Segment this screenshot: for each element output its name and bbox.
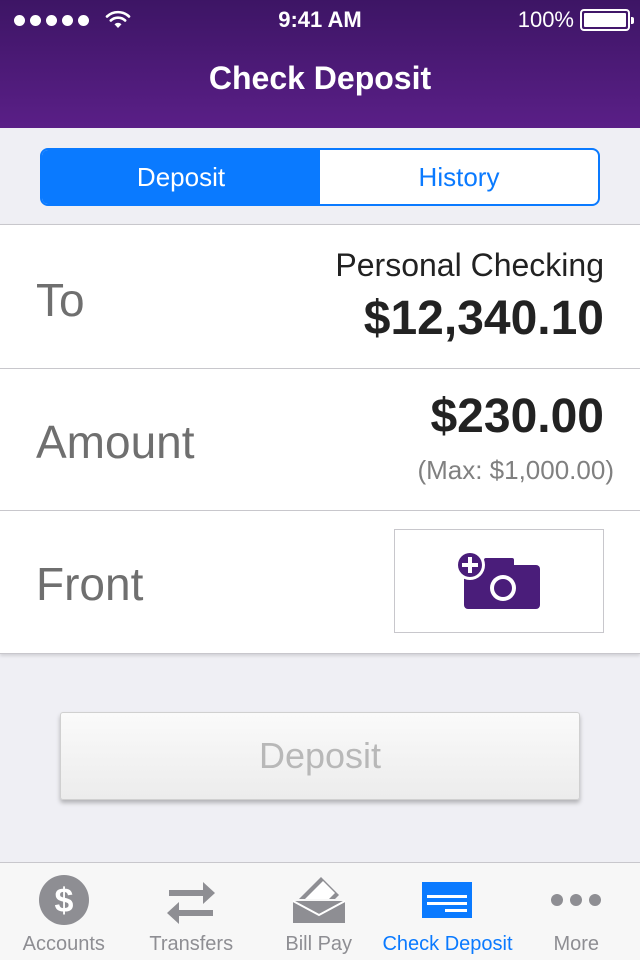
capture-front-button[interactable] (394, 529, 604, 633)
page-title: Check Deposit (208, 60, 432, 96)
signal-strength-icon (14, 14, 89, 26)
tab-accounts-label: Accounts (22, 933, 105, 955)
tab-bar: $ Accounts Transfers Bill Pay Check Depo… (0, 862, 640, 960)
check-deposit-icon (422, 882, 473, 918)
add-photo-camera-icon (455, 550, 540, 609)
amount-label: Amount (36, 416, 195, 468)
battery-icon (580, 9, 634, 31)
tab-check-deposit-label: Check Deposit (382, 933, 513, 955)
account-name: Personal Checking (335, 247, 604, 283)
wifi-icon (105, 10, 131, 28)
deposit-form: To Personal Checking $12,340.10 Amount $… (0, 224, 640, 654)
tab-history[interactable]: History (320, 150, 598, 204)
battery-percent: 100% (517, 7, 574, 32)
more-dots-icon (551, 894, 602, 906)
status-bar: 9:41 AM 100% (0, 0, 640, 40)
to-account-row[interactable]: To Personal Checking $12,340.10 (0, 225, 640, 369)
svg-text:$: $ (54, 882, 73, 920)
amount-value[interactable]: $230.00 (430, 389, 604, 444)
tab-check-deposit[interactable]: Check Deposit (382, 863, 513, 960)
to-label: To (36, 274, 85, 326)
account-balance: $12,340.10 (363, 292, 604, 345)
amount-row[interactable]: Amount $230.00 (Max: $1,000.00) (0, 369, 640, 511)
front-image-row: Front (0, 511, 640, 653)
tab-accounts[interactable]: $ Accounts (0, 863, 127, 960)
tab-bill-pay-label: Bill Pay (285, 933, 353, 955)
front-label: Front (36, 558, 144, 610)
tab-more[interactable]: More (513, 863, 640, 960)
deposit-history-segmented-control: Deposit History (40, 148, 600, 206)
tab-transfers[interactable]: Transfers (127, 863, 254, 960)
tab-deposit[interactable]: Deposit (42, 150, 320, 204)
amount-max-limit: (Max: $1,000.00) (417, 455, 614, 485)
deposit-button[interactable]: Deposit (60, 712, 580, 800)
tab-transfers-label: Transfers (149, 933, 234, 955)
tab-bill-pay[interactable]: Bill Pay (255, 863, 382, 960)
tab-more-label: More (553, 933, 600, 955)
transfer-arrows-icon (167, 882, 216, 924)
dollar-circle-icon: $ (38, 875, 89, 925)
bill-pay-icon (292, 877, 346, 923)
app-header: 9:41 AM 100% Check Deposit (0, 0, 640, 128)
